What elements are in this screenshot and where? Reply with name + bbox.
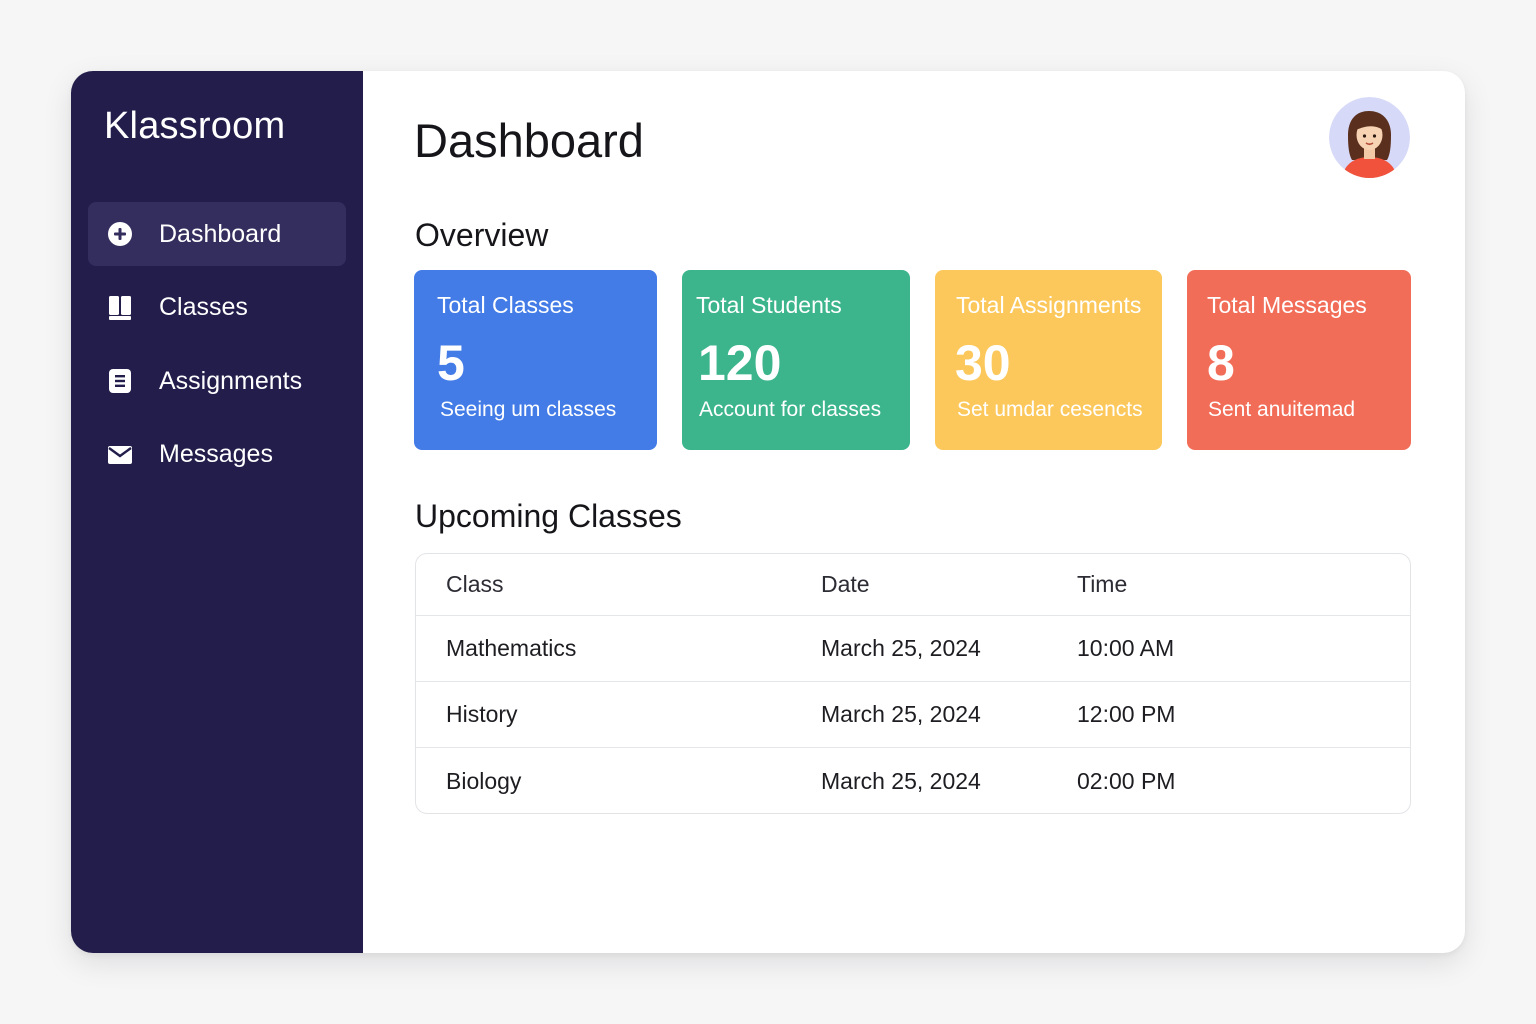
card-subtitle: Account for classes [699,398,882,421]
sidebar-item-assignments[interactable]: Assignments [88,349,346,413]
sidebar-item-dashboard[interactable]: Dashboard [88,202,346,266]
stats-cards: Total Classes 5 Seeing um classes Total … [414,270,1411,450]
card-title: Total Classes [437,292,574,318]
sidebar-item-classes[interactable]: Classes [88,276,346,340]
page-title: Dashboard [414,114,644,167]
column-header-class: Class [446,571,504,597]
time-cell: 10:00 AM [1077,635,1175,661]
card-value: 30 [955,335,1011,391]
sidebar-item-label: Messages [159,440,273,468]
table-row[interactable]: Biology March 25, 2024 02:00 PM [416,748,1410,813]
card-title: Total Assignments [956,292,1142,318]
table-row[interactable]: Mathematics March 25, 2024 10:00 AM [416,616,1410,682]
class-cell: Biology [446,767,522,794]
stat-card-total-classes[interactable]: Total Classes 5 Seeing um classes [414,270,657,450]
main-content: Dashboard Overview Total Classes 5 Seein… [363,71,1465,953]
column-header-time: Time [1077,571,1128,597]
card-value: 8 [1207,335,1235,391]
table-header-row: Class Date Time [416,554,1410,616]
date-cell: March 25, 2024 [821,767,981,794]
book-icon [106,294,134,322]
stat-card-total-assignments[interactable]: Total Assignments 30 Set umdar cesencts [935,270,1162,450]
class-cell: History [446,701,518,727]
envelope-icon [106,441,134,469]
sidebar-item-label: Classes [159,293,248,321]
class-cell: Mathematics [446,635,577,661]
time-cell: 12:00 PM [1077,701,1176,727]
sidebar-item-label: Dashboard [159,219,282,248]
date-cell: March 25, 2024 [821,701,981,727]
card-subtitle: Seeing um classes [440,398,617,421]
sidebar-nav: Dashboard Classes Assignments Messages [88,202,346,496]
date-cell: March 25, 2024 [821,635,981,661]
card-subtitle: Set umdar cesencts [957,398,1143,421]
card-value: 5 [437,335,465,391]
upcoming-classes-title: Upcoming Classes [415,498,682,534]
document-icon [106,367,134,395]
brand-logo[interactable]: Klassroom [104,105,285,148]
sidebar: Klassroom Dashboard Classes Assignments … [71,71,363,953]
stat-card-total-students[interactable]: Total Students 120 Account for classes [682,270,910,450]
card-value: 120 [698,335,782,391]
stat-card-total-messages[interactable]: Total Messages 8 Sent anuitemad [1187,270,1411,450]
app-window: Klassroom Dashboard Classes Assignments … [71,71,1465,953]
user-avatar-icon[interactable] [1329,97,1410,178]
table-row[interactable]: History March 25, 2024 12:00 PM [416,682,1410,748]
upcoming-classes-table: Class Date Time Mathematics March 25, 20… [415,553,1411,814]
column-header-date: Date [821,571,870,597]
sidebar-item-label: Assignments [159,366,303,395]
card-subtitle: Sent anuitemad [1208,398,1356,421]
card-title: Total Messages [1207,292,1367,318]
time-cell: 02:00 PM [1077,767,1176,794]
sidebar-item-messages[interactable]: Messages [88,423,346,487]
card-title: Total Students [696,292,842,318]
overview-title: Overview [415,217,549,253]
plus-circle-icon [106,220,134,248]
